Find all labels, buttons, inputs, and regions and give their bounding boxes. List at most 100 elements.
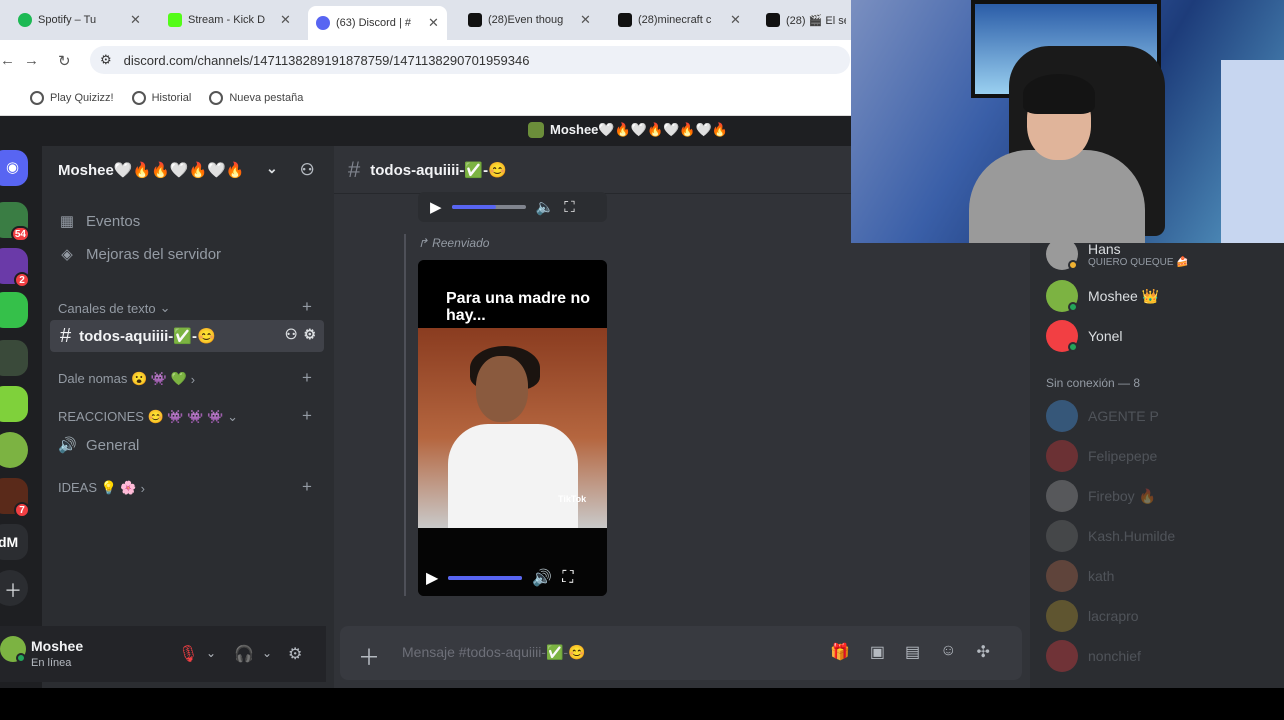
server-icon-1[interactable]: 54 [0,202,30,242]
create-channel-icon[interactable]: + [302,477,312,497]
bookmark-nueva-pestana[interactable]: Nueva pestaña [209,90,303,105]
browser-tab-tiktok-1[interactable]: (28)Even thoug ✕ [460,6,599,34]
sticker-icon[interactable]: ▤ [905,642,920,662]
play-icon[interactable]: ▶ [430,198,442,216]
chevron-down-icon[interactable]: ⌄ [206,646,216,660]
attach-plus-icon[interactable]: ＋ [358,640,380,672]
video-attachment[interactable]: Para una madre no hay... TikTok ▶ 🔊 ⛶ [418,260,607,596]
server-icon-2[interactable]: 2 [0,248,30,288]
direct-messages-button[interactable]: ◉ [0,150,28,186]
nav-server-boosts[interactable]: ◈ Mejoras del servidor [58,245,221,264]
gif-icon[interactable]: ▣ [870,642,885,662]
server-icon-8[interactable]: dM [0,524,28,560]
calendar-icon: ▦ [59,213,75,230]
user-status: En línea [31,657,72,669]
member-yonel[interactable]: Yonel [1046,320,1123,352]
channel-actions: ⚇ ⚙ [285,326,316,343]
speaker-icon: 🔊 [58,437,77,454]
back-icon[interactable]: ← [0,52,15,69]
category-reacciones[interactable]: REACCIONES 😊 👾 👾 👾 ⌄ [58,409,238,425]
video-seek-bar[interactable] [451,205,526,209]
gear-icon[interactable]: ⚙ [288,644,302,664]
volume-icon[interactable]: 🔈 [536,198,555,216]
close-icon[interactable]: ✕ [428,15,439,31]
bookmark-play-quizizz[interactable]: Play Quizizz! [30,90,114,105]
tiktok-watermark: TikTok [558,494,587,504]
mic-muted-icon[interactable]: 🎙 [178,644,198,664]
server-icon-6[interactable] [0,432,28,468]
member-kash-humilde[interactable]: Kash.Humilde [1046,520,1175,552]
reload-icon[interactable]: ↻ [58,52,71,70]
browser-tab-tiktok-3[interactable]: (28) 🎬 El se [758,6,854,34]
close-icon[interactable]: ✕ [730,12,741,28]
member-felipepepe[interactable]: Felipepepe [1046,440,1157,472]
emoji-icon[interactable]: ☺ [940,642,956,662]
voice-channel-general[interactable]: 🔊 General [58,436,139,455]
gear-icon[interactable]: ⚙ [303,326,316,343]
discord-icon: ◉ [6,159,20,176]
category-dale-nomas[interactable]: Dale nomas 😮 👾 💚 › [58,371,195,387]
close-icon[interactable]: ✕ [580,12,591,28]
video-frame: TikTok [418,328,607,528]
forwarded-label: ↱ Reenviado [418,236,489,250]
server-icon-4[interactable] [0,340,28,376]
create-channel-icon[interactable]: + [302,297,312,317]
server-label: dM [0,534,19,550]
avatar [1046,320,1078,352]
bookmark-historial[interactable]: Historial [131,90,191,105]
invite-icon[interactable]: ⚇ [285,326,298,343]
server-icon-7[interactable]: 7 [0,478,30,518]
headphones-icon[interactable]: 🎧 [234,644,254,664]
member-name: Kash.Humilde [1088,528,1176,544]
play-icon[interactable]: ▶ [426,568,438,588]
video-seek-bar[interactable] [448,576,523,580]
avatar[interactable] [0,636,26,663]
message-input-placeholder[interactable]: Mensaje #todos-aquiiii-✅-😊 [402,644,586,661]
category-ideas[interactable]: IDEAS 💡 🌸 › [58,480,145,496]
member-kath[interactable]: kath [1046,560,1114,592]
fullscreen-icon[interactable]: ⛶ [564,199,575,216]
member-fireboy[interactable]: Fireboy 🔥 [1046,480,1156,512]
chevron-down-icon[interactable]: ⌄ [262,646,272,660]
member-nonchief[interactable]: nonchief [1046,640,1141,672]
browser-tab-kick[interactable]: Stream - Kick D ✕ [160,6,299,34]
invite-people-icon[interactable]: ⚇ [300,160,314,180]
channel-sidebar: Moshee🤍🔥🔥🤍🔥🤍🔥 ⌄ ⚇ ▦ Eventos ◈ Mejoras de… [42,146,334,688]
site-info-icon[interactable]: ⚙ [100,52,112,68]
avatar [1046,440,1078,472]
member-lacrapro[interactable]: lacrapro [1046,600,1139,632]
video-person-head [476,356,528,422]
member-agente-p[interactable]: AGENTE P [1046,400,1159,432]
letterbox-bar [0,688,1284,720]
boost-icon: ◈ [61,246,73,263]
chevron-right-icon: › [140,480,145,496]
volume-icon[interactable]: 🔊 [532,568,552,588]
apps-icon[interactable]: ✣ [977,642,990,662]
create-channel-icon[interactable]: + [302,368,312,388]
browser-tab-discord[interactable]: (63) Discord | # ✕ [308,6,447,40]
member-moshee[interactable]: Moshee 👑 [1046,280,1159,312]
chevron-down-icon: ⌄ [227,409,239,424]
browser-tab-tiktok-2[interactable]: (28)minecraft c ✕ [610,6,749,34]
idle-status-dot [1068,260,1078,270]
add-server-button[interactable]: ＋ [0,570,28,606]
create-channel-icon[interactable]: + [302,406,312,426]
forward-icon[interactable]: → [24,52,39,69]
close-icon[interactable]: ✕ [280,12,291,28]
member-name: lacrapro [1088,608,1139,624]
video-caption: Para una madre no hay... [418,260,607,328]
fullscreen-icon[interactable]: ⛶ [562,569,573,587]
close-icon[interactable]: ✕ [130,12,141,28]
tab-title: (63) Discord | # [336,17,411,29]
server-icon-5[interactable] [0,386,28,422]
browser-tab-spotify[interactable]: Spotify – Tu ✕ [10,6,149,34]
channel-todos-aquiiii[interactable]: # todos-aquiiii-✅-😊 ⚇ ⚙ [50,320,324,352]
address-bar[interactable]: ⚙ discord.com/channels/14711382891918787… [90,46,850,74]
message-composer[interactable]: ＋ Mensaje #todos-aquiiii-✅-😊 🎁 ▣ ▤ ☺ ✣ [340,626,1022,680]
avatar [1046,280,1078,312]
guild-header[interactable]: Moshee🤍🔥🔥🤍🔥🤍🔥 ⌄ ⚇ [42,146,334,194]
gift-icon[interactable]: 🎁 [830,642,850,662]
category-text-channels[interactable]: Canales de texto ⌄ [58,300,170,316]
server-icon-3[interactable] [0,292,28,328]
nav-events[interactable]: ▦ Eventos [58,212,140,231]
